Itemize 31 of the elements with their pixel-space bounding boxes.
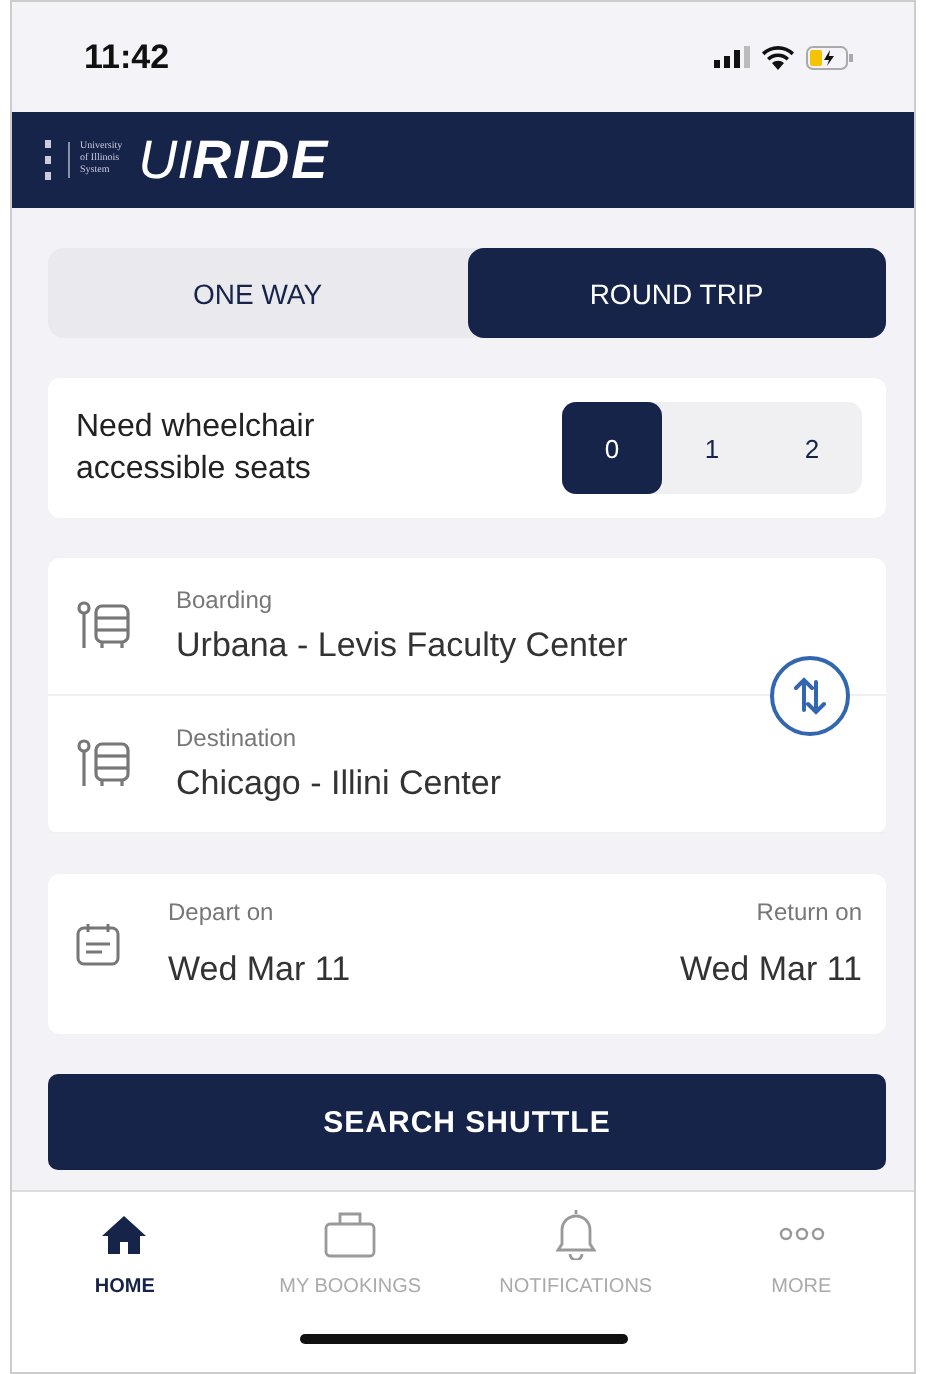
field-label: Boarding [176,586,275,614]
trip-type-tab[interactable]: ROUND TRIP [467,248,886,338]
wheelchair-label: Need wheelchair accessible seats [76,408,317,490]
bus-stop-icon [76,600,132,652]
location-field[interactable]: Chicago - Illini Center [176,764,502,804]
signal-icon [714,46,750,68]
return-date-field[interactable]: Wed Mar 11 [679,950,862,990]
seat-count-option[interactable]: 0 [562,402,662,494]
home-icon [100,1212,149,1256]
briefcase-icon [324,1210,377,1258]
bell-icon [553,1208,598,1260]
bus-stop-icon [76,738,132,790]
app-logo: UIRIDE [138,129,330,191]
more-icon [777,1226,826,1242]
status-time: 11:42 [84,37,170,77]
seal-icon [44,136,52,184]
trip-type-tab[interactable]: ONE WAY [48,248,467,338]
calendar-icon [76,922,120,966]
location-field[interactable]: Urbana - Levis Faculty Center [176,626,628,666]
tab-bar-item[interactable]: HOME [12,1208,238,1298]
depart-label: Depart on [168,898,276,926]
battery-icon [806,45,854,69]
search-button[interactable]: SEARCH SHUTTLE [48,1074,886,1170]
swap-icon [794,674,826,718]
seat-count-option[interactable]: 1 [662,402,762,494]
return-label: Return on [756,898,862,926]
seat-count-option[interactable]: 2 [762,402,862,494]
swap-button[interactable] [770,656,850,736]
depart-date-field[interactable]: Wed Mar 11 [168,950,351,990]
field-label: Destination [176,724,299,752]
wifi-icon [762,45,794,69]
